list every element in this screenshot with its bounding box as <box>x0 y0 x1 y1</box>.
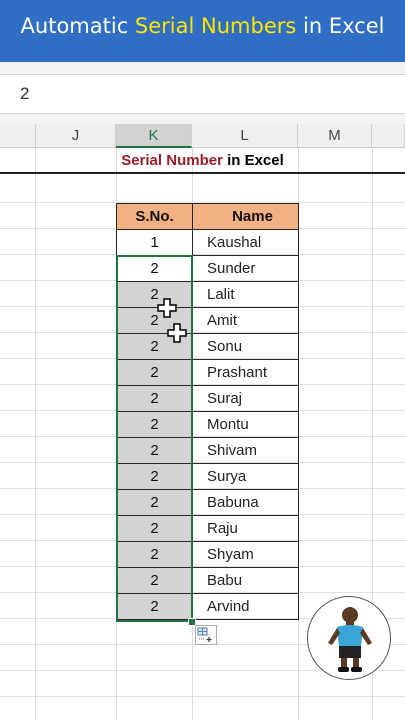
formula-bar-value[interactable]: 2 <box>20 84 29 104</box>
header-gap <box>0 114 405 124</box>
name-cell[interactable]: Montu <box>192 411 299 438</box>
table-row: 2 Prashant <box>116 359 299 386</box>
header-sno[interactable]: S.No. <box>116 203 193 230</box>
fill-cross-cursor-icon <box>157 298 177 323</box>
table-row: 2 Montu <box>116 411 299 438</box>
sno-cell[interactable]: 2 <box>116 281 193 308</box>
column-header-l[interactable]: L <box>192 124 298 148</box>
table-row: 2 Raju <box>116 515 299 542</box>
table-row: 2 Suraj <box>116 385 299 412</box>
column-header-j[interactable]: J <box>36 124 116 148</box>
name-cell[interactable]: Prashant <box>192 359 299 386</box>
auto-fill-options-icon[interactable] <box>195 625 217 645</box>
table-row: 2 Babu <box>116 567 299 594</box>
sno-cell[interactable]: 2 <box>116 541 193 568</box>
header-name[interactable]: Name <box>192 203 299 230</box>
formula-bar[interactable]: 2 <box>0 74 405 114</box>
name-cell[interactable]: Suraj <box>192 385 299 412</box>
name-cell[interactable]: Sunder <box>192 255 299 282</box>
toolbar-gap <box>0 62 405 74</box>
presenter-avatar-icon <box>307 596 391 680</box>
table-row: 2 Shivam <box>116 437 299 464</box>
banner-title-part3: in Excel <box>296 14 385 38</box>
table-row: 2 Amit <box>116 307 299 334</box>
sno-cell[interactable]: 2 <box>116 255 193 282</box>
sno-cell[interactable]: 1 <box>116 229 193 256</box>
sno-cell[interactable]: 2 <box>116 411 193 438</box>
sno-cell[interactable]: 2 <box>116 463 193 490</box>
name-cell[interactable]: Kaushal <box>192 229 299 256</box>
name-cell[interactable]: Shyam <box>192 541 299 568</box>
sheet-title-red: Serial Number <box>121 152 223 169</box>
name-cell[interactable]: Sonu <box>192 333 299 360</box>
table-row: 2 Surya <box>116 463 299 490</box>
table-row: 2 Shyam <box>116 541 299 568</box>
sheet-title[interactable]: Serial Number in Excel <box>0 148 405 174</box>
name-cell[interactable]: Raju <box>192 515 299 542</box>
serial-number-table: S.No. Name 1 Kaushal 2 Sunder 2 Lalit 2 Amit… <box>116 203 299 620</box>
sheet-title-rest: in Excel <box>222 152 284 169</box>
table-row: 2 Sonu <box>116 333 299 360</box>
name-cell[interactable]: Arvind <box>192 593 299 620</box>
sno-cell[interactable]: 2 <box>116 489 193 516</box>
name-cell[interactable]: Amit <box>192 307 299 334</box>
table-row: 2 Lalit <box>116 281 299 308</box>
table-row: 1 Kaushal <box>116 229 299 256</box>
sno-cell[interactable]: 2 <box>116 437 193 464</box>
banner-title-part1: Automatic <box>20 14 135 38</box>
sno-cell[interactable]: 2 <box>116 359 193 386</box>
table-row: 2 Sunder <box>116 255 299 282</box>
column-header-k[interactable]: K <box>116 124 192 148</box>
banner-title-highlight: Serial Numbers <box>134 14 297 38</box>
banner-title: Automatic Serial Numbers in Excel <box>0 14 405 38</box>
table-header-row: S.No. Name <box>116 203 299 230</box>
table-row: 2 Arvind <box>116 593 299 620</box>
name-cell[interactable]: Lalit <box>192 281 299 308</box>
name-cell[interactable]: Babuna <box>192 489 299 516</box>
sno-cell[interactable]: 2 <box>116 567 193 594</box>
sno-cell[interactable]: 2 <box>116 593 193 620</box>
column-header-n[interactable] <box>372 124 405 148</box>
sno-cell[interactable]: 2 <box>116 515 193 542</box>
name-cell[interactable]: Surya <box>192 463 299 490</box>
name-cell[interactable]: Babu <box>192 567 299 594</box>
fill-cross-cursor-icon <box>167 323 187 348</box>
column-header-blank[interactable] <box>0 124 36 148</box>
title-banner: Automatic Serial Numbers in Excel <box>0 0 405 62</box>
table-row: 2 Babuna <box>116 489 299 516</box>
column-header-m[interactable]: M <box>298 124 372 148</box>
sno-cell[interactable]: 2 <box>116 385 193 412</box>
name-cell[interactable]: Shivam <box>192 437 299 464</box>
